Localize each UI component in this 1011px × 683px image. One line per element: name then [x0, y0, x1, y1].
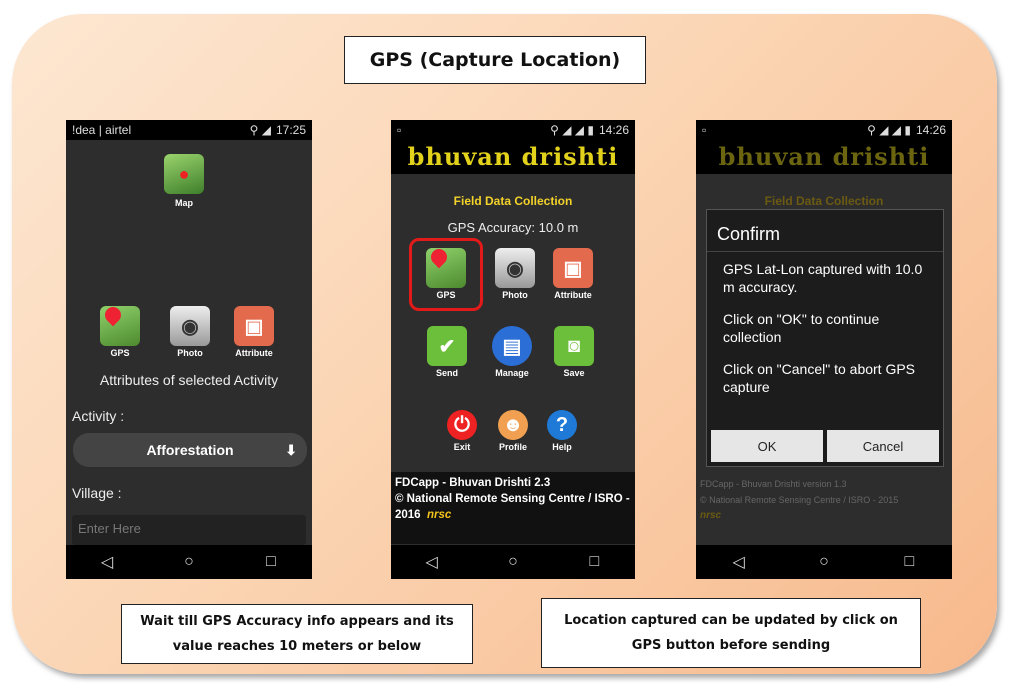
status-bar: ▫ ⚲ ◢ ◢ ▮ 14:26	[391, 120, 635, 140]
activity-dropdown[interactable]: Afforestation ⬇	[73, 433, 307, 467]
gps-button[interactable]: GPS	[100, 303, 140, 358]
carrier-text: !dea | airtel	[72, 123, 132, 137]
signal-icon: ⚲ ◢	[249, 123, 271, 137]
attribute-icon: ▣	[234, 306, 274, 346]
recent-apps-icon[interactable]: □	[574, 553, 614, 571]
help-label: Help	[552, 442, 572, 452]
home-icon[interactable]: ○	[169, 553, 209, 571]
map-icon: ●	[164, 154, 204, 194]
phone-screen-confirm: ▫ ⚲ ◢ ◢ ▮ 14:26 bhuvan drishti Field Data…	[696, 120, 952, 579]
help-icon: ?	[547, 410, 577, 440]
attribute-button[interactable]: ▣ Attribute	[234, 306, 274, 358]
footer-version: FDCapp - Bhuvan Drishti 2.3	[395, 477, 551, 489]
clock: 14:26	[915, 123, 946, 137]
cancel-button[interactable]: Cancel	[827, 430, 939, 462]
note-gps-accuracy: Wait till GPS Accuracy info appears and …	[121, 604, 473, 664]
phone-screen-home: ▫ ⚲ ◢ ◢ ▮ 14:26 bhuvan drishti Field Data…	[391, 120, 635, 579]
attribute-icon: ▣	[553, 248, 593, 288]
manage-button[interactable]: ▤ Manage	[492, 326, 532, 378]
profile-label: Profile	[498, 442, 527, 452]
arrow-down-icon: ⬇	[285, 441, 297, 458]
dialog-title: Confirm	[707, 210, 943, 252]
save-icon: ◙	[554, 326, 594, 366]
app-footer: FDCapp - Bhuvan Drishti version 1.3 © Na…	[700, 476, 898, 524]
back-icon[interactable]: ◁	[412, 552, 452, 572]
gps-icon	[426, 245, 466, 288]
footer-version: FDCapp - Bhuvan Drishti version 1.3	[700, 479, 847, 489]
signal-icon: ⚲ ◢ ◢ ▮	[550, 123, 594, 137]
activity-label: Activity :	[72, 408, 125, 424]
dialog-message-cancel: Click on "Cancel" to abort GPS capture	[723, 361, 916, 395]
subtitle: Field Data Collection	[453, 194, 573, 208]
confirm-dialog: Confirm GPS Lat-Lon captured with 10.0 m…	[706, 209, 944, 467]
back-icon[interactable]: ◁	[87, 552, 127, 572]
nav-bar: ◁ ○ □	[66, 545, 312, 579]
app-footer: FDCapp - Bhuvan Drishti 2.3 © National R…	[391, 472, 635, 544]
photo-label: Photo	[177, 348, 203, 358]
status-bar: !dea | airtel ⚲ ◢ 17:25	[66, 120, 312, 140]
subtitle: Field Data Collection	[764, 194, 884, 208]
save-label: Save	[563, 368, 585, 378]
ok-button[interactable]: OK	[711, 430, 823, 462]
status-bar: ▫ ⚲ ◢ ◢ ▮ 14:26	[696, 120, 952, 140]
nrsc-logo: nrsc	[700, 510, 722, 521]
gps-button[interactable]: GPS	[426, 245, 466, 300]
app-header: bhuvan drishti	[696, 140, 952, 174]
exit-button[interactable]: ⏻ Exit	[447, 410, 477, 452]
village-label: Village :	[72, 485, 122, 501]
home-icon[interactable]: ○	[804, 553, 844, 571]
section-title: Attributes of selected Activity	[99, 372, 279, 388]
manage-icon: ▤	[492, 326, 532, 366]
photo-label: Photo	[502, 290, 528, 300]
nav-bar: ◁ ○ □	[696, 545, 952, 579]
gps-label: GPS	[436, 290, 456, 300]
village-input[interactable]: Enter Here	[72, 515, 306, 545]
attribute-label: Attribute	[235, 348, 273, 358]
photo-button[interactable]: ◉ Photo	[170, 306, 210, 358]
signal-icon: ⚲ ◢ ◢ ▮	[867, 123, 911, 137]
send-label: Send	[435, 368, 458, 378]
recent-apps-icon[interactable]: □	[251, 553, 291, 571]
profile-button[interactable]: ☻ Profile	[498, 410, 528, 452]
activity-value: Afforestation	[146, 442, 234, 458]
home-icon[interactable]: ○	[493, 553, 533, 571]
manage-label: Manage	[495, 368, 529, 378]
village-placeholder: Enter Here	[78, 521, 141, 536]
map-label: Map	[175, 198, 193, 208]
dialog-message-ok: Click on "OK" to continue collection	[723, 311, 880, 345]
phone-screen-attributes: !dea | airtel ⚲ ◢ 17:25 ● Map GPS ◉ Photo…	[66, 120, 312, 579]
send-button[interactable]: ✔ Send	[427, 326, 467, 378]
back-icon[interactable]: ◁	[719, 552, 759, 572]
camera-icon: ◉	[495, 248, 535, 288]
attribute-button[interactable]: ▣ Attribute	[553, 248, 593, 300]
gps-label: GPS	[110, 348, 130, 358]
app-header: bhuvan drishti	[391, 140, 635, 174]
photo-button[interactable]: ◉ Photo	[495, 248, 535, 300]
slide-title: GPS (Capture Location)	[344, 36, 646, 84]
gps-icon	[100, 303, 140, 346]
footer-year: 2016	[395, 509, 421, 521]
send-icon: ✔	[427, 326, 467, 366]
footer-copyright: © National Remote Sensing Centre / ISRO …	[700, 495, 899, 505]
camera-icon: ◉	[170, 306, 210, 346]
note-update-location: Location captured can be updated by clic…	[541, 598, 921, 668]
dialog-message-accuracy: GPS Lat-Lon captured with 10.0 m accurac…	[723, 261, 923, 295]
gps-accuracy: GPS Accuracy: 10.0 m	[447, 220, 579, 235]
nav-bar: ◁ ○ □	[391, 545, 635, 579]
footer-copyright: © National Remote Sensing Centre / ISRO …	[395, 493, 630, 505]
help-button[interactable]: ? Help	[547, 410, 577, 452]
exit-label: Exit	[453, 442, 471, 452]
save-button[interactable]: ◙ Save	[554, 326, 594, 378]
profile-icon: ☻	[498, 410, 528, 440]
recent-apps-icon[interactable]: □	[889, 553, 929, 571]
nrsc-logo: nrsc	[426, 509, 452, 521]
clock: 17:25	[275, 123, 306, 137]
map-button[interactable]: ● Map	[164, 154, 204, 208]
clock: 14:26	[598, 123, 629, 137]
screenshot-icon: ▫	[702, 123, 707, 137]
attribute-label: Attribute	[554, 290, 592, 300]
screenshot-icon: ▫	[397, 123, 402, 137]
power-icon: ⏻	[447, 410, 477, 440]
